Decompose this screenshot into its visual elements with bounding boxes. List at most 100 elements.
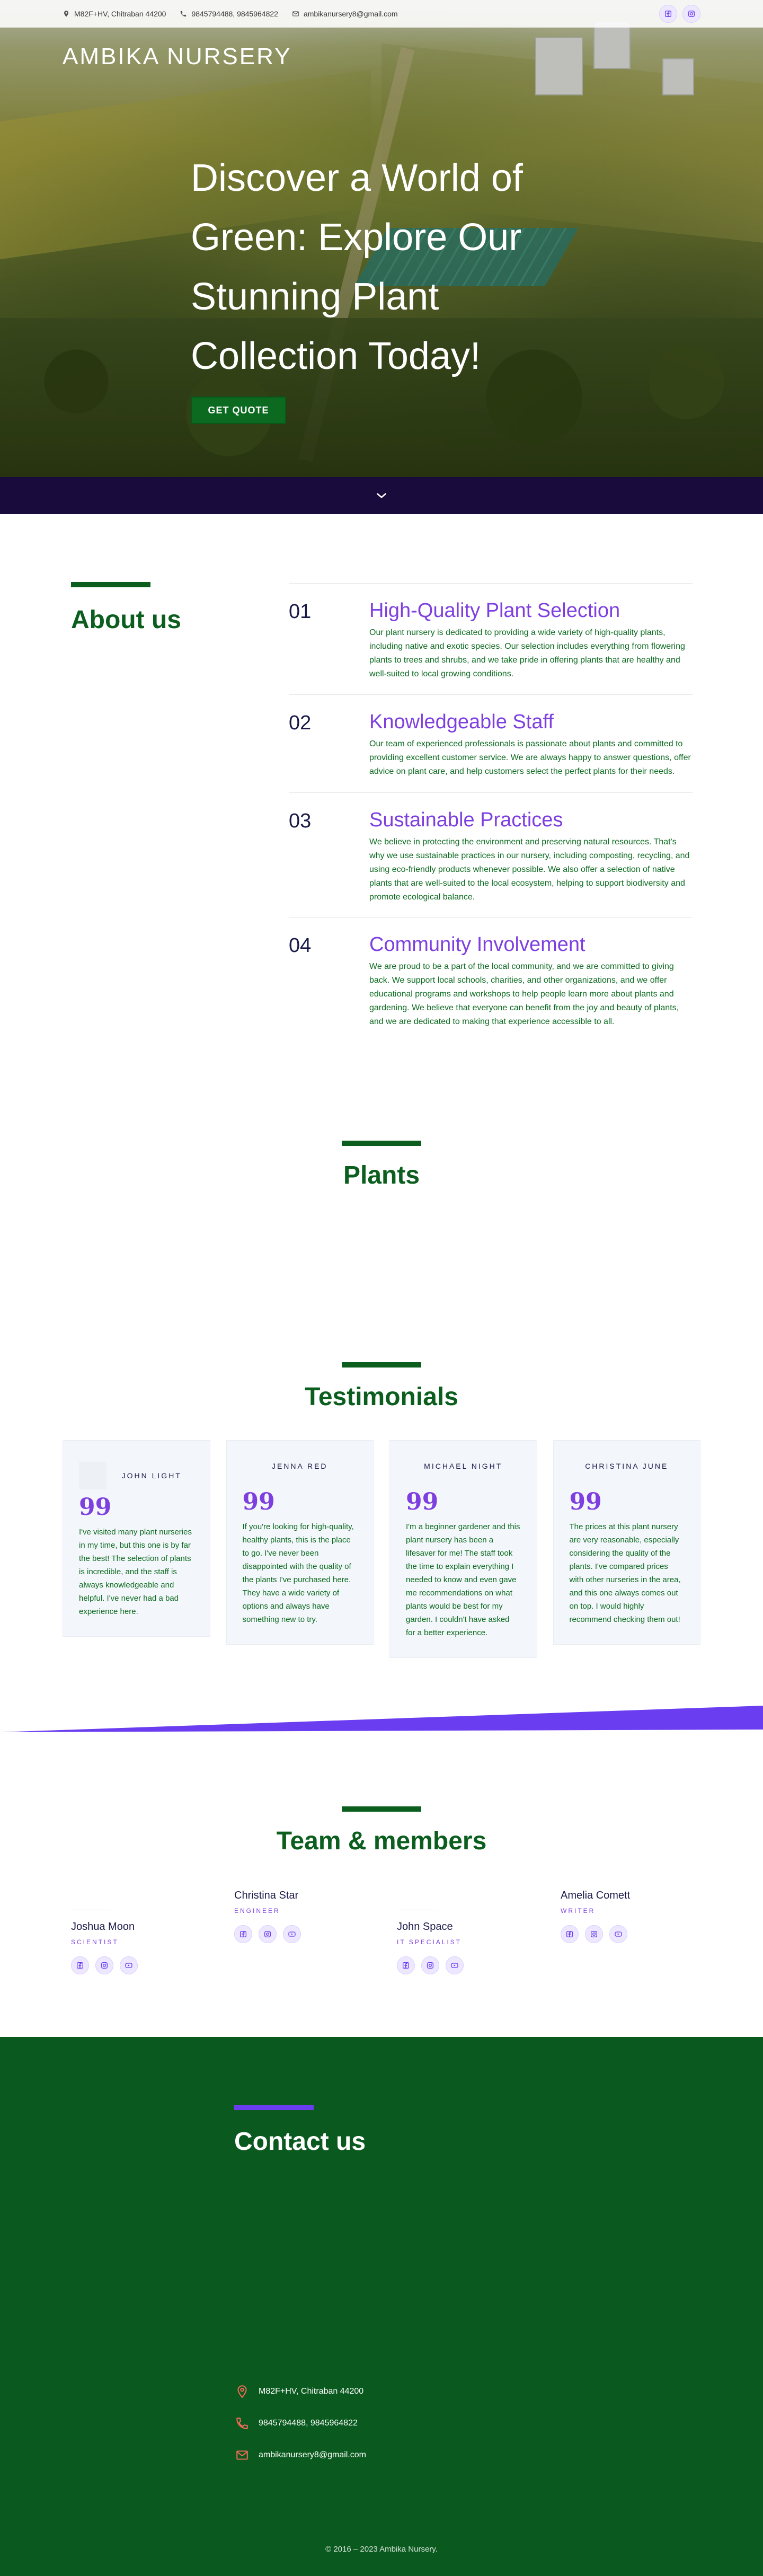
item-number: 04 (289, 934, 312, 957)
testimonial-text: If you're looking for high-quality, heal… (242, 1522, 354, 1624)
youtube-icon[interactable] (609, 1925, 627, 1943)
quote-icon: 99 (569, 1488, 602, 1515)
testimonial-text: I'm a beginner gardener and this plant n… (406, 1522, 520, 1637)
email-item[interactable]: ambikanursery8@gmail.com (292, 10, 398, 18)
phone-icon (181, 11, 187, 17)
testimonial-text: I've visited many plant nurseries in my … (79, 1528, 192, 1616)
team-heading: Team & members (276, 1827, 487, 1855)
instagram-icon[interactable] (259, 1925, 277, 1943)
member-social (71, 1956, 198, 1974)
testimonials-heading: Testimonials (305, 1383, 458, 1411)
member-role: WRITER (561, 1907, 596, 1915)
brand-logo[interactable]: AMBIKA NURSERY (63, 43, 291, 70)
item-text: Our plant nursery is dedicated to provid… (369, 628, 685, 678)
get-quote-button[interactable]: GET QUOTE (191, 396, 286, 424)
facebook-icon[interactable] (234, 1925, 252, 1943)
avatar (79, 1462, 107, 1489)
facebook-icon[interactable] (397, 1956, 415, 1974)
email-text: ambikanursery8@gmail.com (303, 10, 398, 18)
contact-email[interactable]: ambikanursery8@gmail.com (235, 2448, 366, 2462)
member-card: John Space IT SPECIALIST (397, 1910, 524, 1974)
chevron-down-icon[interactable] (375, 489, 388, 502)
phone-item[interactable]: 9845794488, 9845964822 (180, 10, 278, 18)
testimonial-card: JENNA RED 99 If you're looking for high-… (226, 1440, 374, 1645)
contact-section: Contact us M82F+HV, Chitraban 44200 9845… (0, 2037, 763, 2576)
section-divider (342, 1806, 421, 1812)
facebook-icon[interactable] (71, 1956, 89, 1974)
member-name: Joshua Moon (71, 1921, 135, 1933)
contact-phone[interactable]: 9845794488, 9845964822 (235, 2416, 358, 2430)
item-number: 03 (289, 810, 312, 832)
copyright-text: © 2016 – 2023 Ambika Nursery. (325, 2545, 438, 2554)
about-heading: About us (71, 606, 181, 634)
facebook-icon[interactable] (659, 5, 677, 23)
mail-icon (292, 11, 299, 16)
item-title: Sustainable Practices (369, 809, 563, 831)
member-name: John Space (397, 1921, 453, 1933)
member-card: Amelia Comett WRITER (561, 1890, 688, 1943)
instagram-icon[interactable] (585, 1925, 603, 1943)
member-social (561, 1925, 688, 1943)
scroll-down-bar[interactable] (0, 477, 763, 514)
testimonial-text: The prices at this plant nursery are ver… (569, 1522, 681, 1624)
team-section: Team & members Joshua Moon SCIENTIST Chr… (0, 1740, 763, 2037)
item-number: 01 (289, 601, 312, 623)
address-item: M82F+HV, Chitraban 44200 (63, 10, 166, 18)
facebook-icon[interactable] (561, 1925, 579, 1943)
youtube-icon[interactable] (446, 1956, 464, 1974)
section-divider (342, 1362, 421, 1368)
testimonial-list: JOHN LIGHT 99 I've visited many plant nu… (0, 1440, 763, 1658)
section-divider (234, 2105, 314, 2110)
testimonial-card: CHRISTINA JUNE 99 The prices at this pla… (553, 1440, 700, 1645)
testimonials-section: Testimonials JOHN LIGHT 99 I've visited … (0, 1362, 763, 1740)
contact-address: M82F+HV, Chitraban 44200 (235, 2385, 363, 2398)
address-text: M82F+HV, Chitraban 44200 (74, 10, 166, 18)
reviewer-name: CHRISTINA JUNE (585, 1462, 669, 1470)
instagram-icon[interactable] (682, 5, 700, 23)
about-item: 01 High-Quality Plant Selection Our plan… (289, 583, 693, 694)
hero-section: AMBIKA NURSERY Discover a World of Green… (0, 0, 763, 477)
quote-icon: 99 (242, 1488, 275, 1515)
member-name: Amelia Comett (561, 1890, 631, 1901)
top-info-bar: M82F+HV, Chitraban 44200 9845794488, 984… (0, 0, 763, 28)
member-role: SCIENTIST (71, 1938, 119, 1946)
member-role: IT SPECIALIST (397, 1938, 462, 1946)
item-title: Knowledgeable Staff (369, 711, 554, 733)
quote-icon: 99 (406, 1488, 439, 1515)
youtube-icon[interactable] (283, 1925, 301, 1943)
youtube-icon[interactable] (120, 1956, 138, 1974)
instagram-icon[interactable] (95, 1956, 113, 1974)
member-card: Christina Star ENGINEER (234, 1890, 361, 1943)
item-text: We believe in protecting the environment… (369, 837, 690, 902)
member-social (397, 1956, 524, 1974)
member-role: ENGINEER (234, 1907, 280, 1915)
item-text: We are proud to be a part of the local c… (369, 962, 679, 1026)
phone-text: 9845794488, 9845964822 (191, 10, 278, 18)
member-name: Christina Star (234, 1890, 299, 1901)
testimonial-card: JOHN LIGHT 99 I've visited many plant nu… (63, 1440, 210, 1637)
member-list: Joshua Moon SCIENTIST Christina Star ENG… (0, 1890, 763, 1996)
reviewer-name: MICHAEL NIGHT (424, 1462, 503, 1470)
item-text: Our team of experienced professionals is… (369, 739, 691, 776)
member-card: Joshua Moon SCIENTIST (71, 1910, 198, 1974)
address-text: M82F+HV, Chitraban 44200 (259, 2387, 364, 2396)
contact-info: M82F+HV, Chitraban 44200 9845794488, 984… (63, 10, 398, 18)
instagram-icon[interactable] (421, 1956, 439, 1974)
about-item: 03 Sustainable Practices We believe in p… (289, 792, 693, 917)
item-title: High-Quality Plant Selection (369, 599, 620, 622)
plants-section: Plants (0, 1124, 763, 1362)
item-title: Community Involvement (369, 933, 585, 956)
phone-icon (236, 2418, 248, 2429)
plants-heading: Plants (343, 1161, 420, 1189)
top-social-links (659, 5, 700, 23)
email-text: ambikanursery8@gmail.com (259, 2450, 366, 2459)
map-pin-icon (237, 2385, 247, 2398)
mail-icon (236, 2450, 248, 2460)
phone-text: 9845794488, 9845964822 (259, 2419, 358, 2428)
testimonial-card: MICHAEL NIGHT 99 I'm a beginner gardener… (389, 1440, 537, 1658)
item-number: 02 (289, 712, 312, 734)
member-social (234, 1925, 361, 1943)
section-divider (71, 582, 150, 587)
contact-heading: Contact us (234, 2128, 366, 2156)
hero-title: Discover a World of Green: Explore Our S… (191, 157, 523, 377)
